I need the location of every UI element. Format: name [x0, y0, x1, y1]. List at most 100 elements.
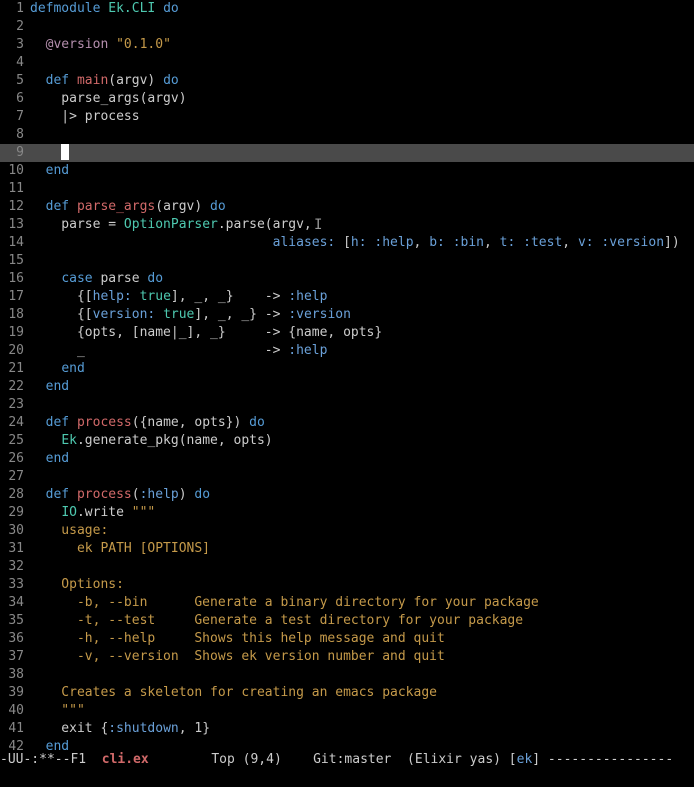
code-line[interactable]: 4 — [0, 54, 694, 72]
code-content[interactable] — [30, 180, 694, 198]
code-line[interactable]: 1defmodule Ek.CLI do — [0, 0, 694, 18]
code-line[interactable]: 27 — [0, 468, 694, 486]
modeline-position: Top (9,4) — [211, 751, 281, 769]
code-line[interactable]: 25 Ek.generate_pkg(name, opts) — [0, 432, 694, 450]
code-content[interactable]: |> process — [30, 108, 694, 126]
code-line[interactable]: 30 usage: — [0, 522, 694, 540]
code-line[interactable]: 21 end — [0, 360, 694, 378]
code-content[interactable]: end — [30, 360, 694, 378]
code-editor[interactable]: 1defmodule Ek.CLI do23 @version "0.1.0"4… — [0, 0, 694, 756]
code-content[interactable]: {opts, [name|_], _} -> {name, opts} — [30, 324, 694, 342]
code-content[interactable]: usage: — [30, 522, 694, 540]
code-line[interactable]: 12 def parse_args(argv) do — [0, 198, 694, 216]
code-content[interactable]: end — [30, 378, 694, 396]
code-content[interactable] — [30, 126, 694, 144]
code-content[interactable]: Creates a skeleton for creating an emacs… — [30, 684, 694, 702]
code-content[interactable]: end — [30, 450, 694, 468]
code-line[interactable]: 24 def process({name, opts}) do — [0, 414, 694, 432]
code-content[interactable]: def parse_args(argv) do — [30, 198, 694, 216]
code-line[interactable]: 39 Creates a skeleton for creating an em… — [0, 684, 694, 702]
code-content[interactable]: def process(:help) do — [30, 486, 694, 504]
code-content[interactable]: Ek.generate_pkg(name, opts) — [30, 432, 694, 450]
code-content[interactable]: -h, --help Shows this help message and q… — [30, 630, 694, 648]
code-content[interactable]: aliases: [h: :help, b: :bin, t: :test, v… — [30, 234, 694, 252]
code-content[interactable] — [30, 18, 694, 36]
code-line[interactable]: 31 ek PATH [OPTIONS] — [0, 540, 694, 558]
code-content[interactable]: end — [30, 162, 694, 180]
code-content[interactable]: -t, --test Generate a test directory for… — [30, 612, 694, 630]
code-line[interactable]: 5 def main(argv) do — [0, 72, 694, 90]
code-content[interactable]: _ -> :help — [30, 342, 694, 360]
code-line[interactable]: 3 @version "0.1.0" — [0, 36, 694, 54]
code-content[interactable] — [30, 54, 694, 72]
code-content[interactable]: IO.write """ — [30, 504, 694, 522]
code-content[interactable]: @version "0.1.0" — [30, 36, 694, 54]
code-line[interactable]: 41 exit {:shutdown, 1} — [0, 720, 694, 738]
line-number: 34 — [0, 594, 30, 612]
code-line[interactable]: 22 end — [0, 378, 694, 396]
line-number: 4 — [0, 54, 30, 72]
code-line[interactable]: 20 _ -> :help — [0, 342, 694, 360]
code-line[interactable]: 38 — [0, 666, 694, 684]
line-number: 27 — [0, 468, 30, 486]
line-number: 35 — [0, 612, 30, 630]
code-content[interactable]: def main(argv) do — [30, 72, 694, 90]
line-number: 16 — [0, 270, 30, 288]
code-content[interactable] — [30, 666, 694, 684]
code-content[interactable]: Options: — [30, 576, 694, 594]
code-line[interactable]: 32 — [0, 558, 694, 576]
code-content[interactable]: defmodule Ek.CLI do — [30, 0, 694, 18]
code-line[interactable]: 14 aliases: [h: :help, b: :bin, t: :test… — [0, 234, 694, 252]
code-line[interactable]: 17 {[help: true], _, _} -> :help — [0, 288, 694, 306]
code-line[interactable]: 11 — [0, 180, 694, 198]
code-content[interactable]: parse = OptionParser.parse(argv, — [30, 216, 694, 234]
code-line[interactable]: 40 """ — [0, 702, 694, 720]
code-line[interactable]: 19 {opts, [name|_], _} -> {name, opts} — [0, 324, 694, 342]
code-line[interactable]: 36 -h, --help Shows this help message an… — [0, 630, 694, 648]
code-line[interactable]: 16 case parse do — [0, 270, 694, 288]
code-line[interactable]: 37 -v, --version Shows ek version number… — [0, 648, 694, 666]
code-content[interactable]: def process({name, opts}) do — [30, 414, 694, 432]
line-number: 1 — [0, 0, 30, 18]
line-number: 22 — [0, 378, 30, 396]
code-line[interactable]: 26 end — [0, 450, 694, 468]
line-number: 30 — [0, 522, 30, 540]
code-content[interactable]: ek PATH [OPTIONS] — [30, 540, 694, 558]
code-line[interactable]: 15 — [0, 252, 694, 270]
code-content[interactable] — [30, 558, 694, 576]
code-line[interactable]: 8 — [0, 126, 694, 144]
code-line[interactable]: 34 -b, --bin Generate a binary directory… — [0, 594, 694, 612]
line-number: 29 — [0, 504, 30, 522]
code-content[interactable] — [30, 396, 694, 414]
line-number: 32 — [0, 558, 30, 576]
code-line[interactable]: 23 — [0, 396, 694, 414]
line-number: 20 — [0, 342, 30, 360]
code-line[interactable]: 28 def process(:help) do — [0, 486, 694, 504]
code-line[interactable]: 10 end — [0, 162, 694, 180]
code-content[interactable]: """ — [30, 702, 694, 720]
code-content[interactable]: {[help: true], _, _} -> :help — [30, 288, 694, 306]
line-number: 36 — [0, 630, 30, 648]
code-line[interactable]: 35 -t, --test Generate a test directory … — [0, 612, 694, 630]
code-content[interactable] — [30, 144, 694, 162]
code-content[interactable]: parse_args(argv) — [30, 90, 694, 108]
code-line[interactable]: 2 — [0, 18, 694, 36]
minibuffer[interactable] — [0, 769, 694, 787]
code-content[interactable] — [30, 252, 694, 270]
code-line[interactable]: 29 IO.write """ — [0, 504, 694, 522]
code-line[interactable]: 7 |> process — [0, 108, 694, 126]
code-line[interactable]: 9 — [0, 144, 694, 162]
code-content[interactable]: exit {:shutdown, 1} — [30, 720, 694, 738]
line-number: 5 — [0, 72, 30, 90]
code-line[interactable]: 6 parse_args(argv) — [0, 90, 694, 108]
code-line[interactable]: 18 {[version: true], _, _} -> :version — [0, 306, 694, 324]
code-content[interactable]: case parse do — [30, 270, 694, 288]
line-number: 21 — [0, 360, 30, 378]
code-content[interactable]: -b, --bin Generate a binary directory fo… — [30, 594, 694, 612]
code-content[interactable]: -v, --version Shows ek version number an… — [30, 648, 694, 666]
code-line[interactable]: 13 parse = OptionParser.parse(argv, — [0, 216, 694, 234]
code-content[interactable] — [30, 468, 694, 486]
line-number: 8 — [0, 126, 30, 144]
code-content[interactable]: {[version: true], _, _} -> :version — [30, 306, 694, 324]
code-line[interactable]: 33 Options: — [0, 576, 694, 594]
